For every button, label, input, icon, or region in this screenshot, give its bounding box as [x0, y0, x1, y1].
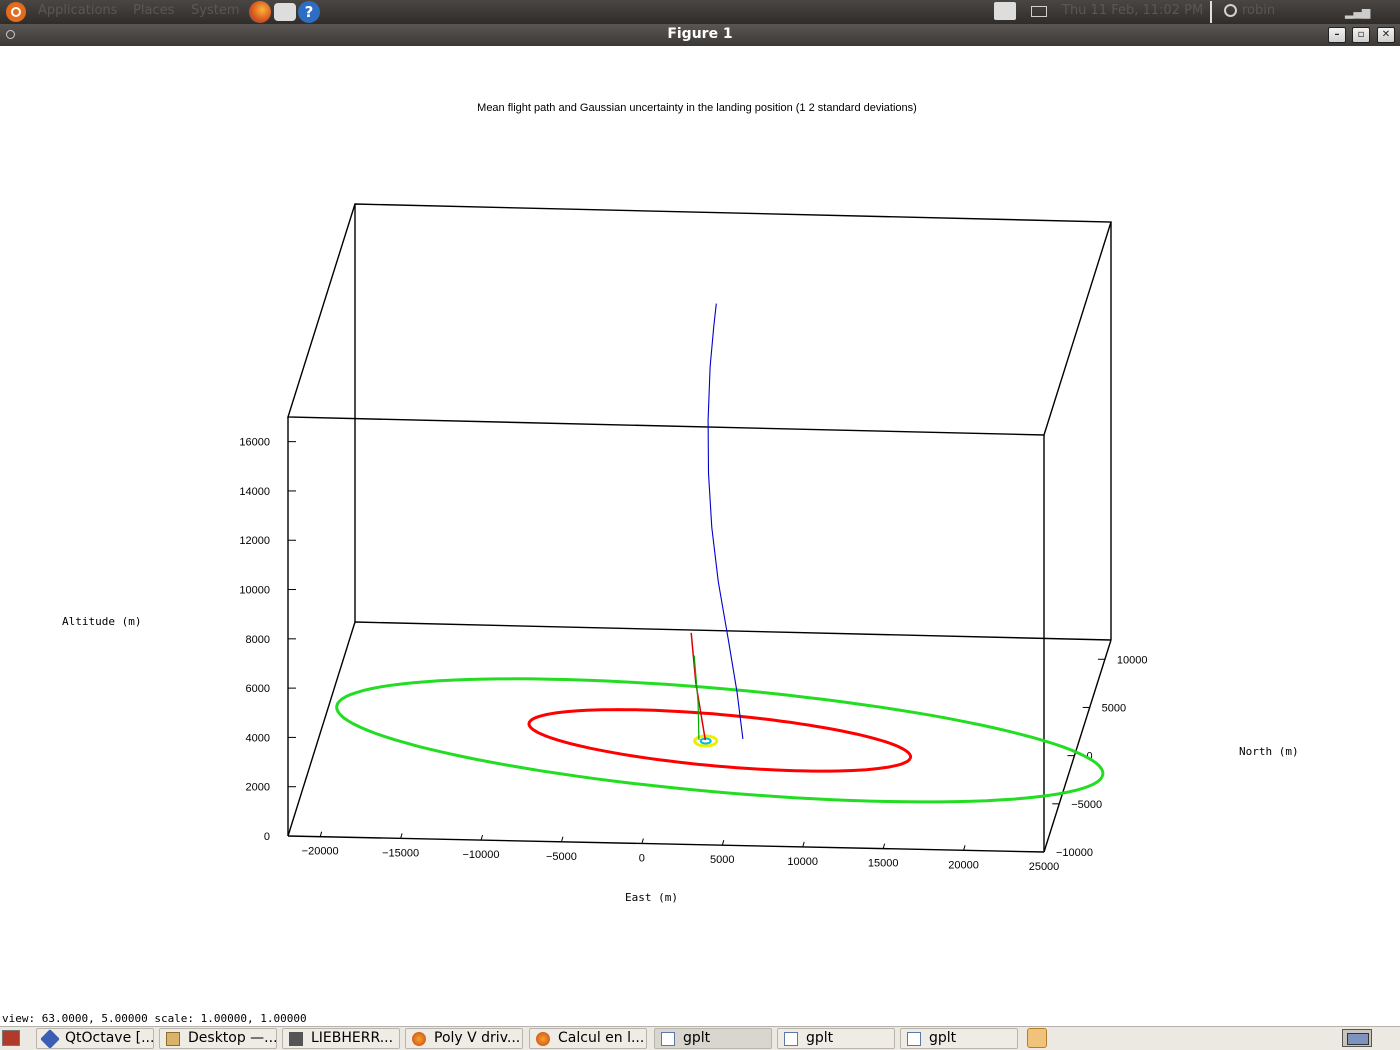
series-layer: [335, 303, 1105, 804]
task-label: LIEBHERR...: [311, 1030, 394, 1046]
maximize-button[interactable]: [1352, 27, 1370, 43]
task-label: Poly V driv...: [434, 1030, 521, 1046]
system-menu[interactable]: System: [191, 3, 239, 18]
window-icon: [784, 1032, 798, 1046]
plot-box: [287, 203, 1112, 853]
trash-icon[interactable]: [1027, 1028, 1047, 1048]
y-axis-label: North (m): [1239, 745, 1299, 758]
z-tick-label: 2000: [246, 782, 270, 794]
z-tick-label: 0: [264, 831, 270, 843]
task-gplt-2[interactable]: gplt: [777, 1028, 895, 1049]
power-icon[interactable]: [1224, 4, 1237, 17]
task-gplt-3[interactable]: gplt: [900, 1028, 1018, 1049]
x-axis-label: East (m): [625, 891, 678, 904]
z-axis-label: Altitude (m): [62, 615, 141, 628]
x-tick-mark: [480, 834, 484, 841]
x-tick-mark: [963, 845, 966, 851]
x-tick-mark: [721, 840, 725, 846]
task-label: Calcul en l...: [558, 1030, 645, 1046]
x-tick-mark: [560, 836, 564, 842]
help-icon[interactable]: ?: [298, 1, 320, 23]
ubuntu-logo-icon[interactable]: [6, 2, 26, 22]
task-desktop[interactable]: Desktop —...: [159, 1028, 277, 1049]
chart-title: Mean flight path and Gaussian uncertaint…: [477, 102, 917, 114]
show-desktop-button[interactable]: [2, 1030, 20, 1046]
task-gplt-1[interactable]: gplt: [654, 1028, 772, 1049]
firefox-icon: [536, 1032, 550, 1046]
task-qtoctave[interactable]: QtOctave [...: [36, 1028, 154, 1049]
applications-menu[interactable]: Applications: [38, 3, 117, 18]
places-menu[interactable]: Places: [133, 3, 174, 18]
x-tick-label: 20000: [948, 859, 979, 871]
panel-separator: [1210, 1, 1212, 23]
x-tick-label: 10000: [787, 856, 818, 868]
task-label: gplt: [929, 1030, 957, 1046]
x-tick-label: 15000: [868, 858, 899, 870]
view-status: view: 63.0000, 5.00000 scale: 1.00000, 1…: [2, 1012, 307, 1025]
z-tick-label: 10000: [239, 585, 270, 597]
octave-icon: [40, 1029, 60, 1048]
user-name[interactable]: robin: [1242, 3, 1275, 18]
box-top-face: [287, 203, 1112, 436]
z-tick-label: 4000: [246, 732, 270, 744]
firefox-icon[interactable]: [249, 1, 271, 23]
x-tick-mark: [641, 838, 644, 844]
task-liebherr[interactable]: LIEBHERR...: [282, 1028, 400, 1049]
task-poly-v[interactable]: Poly V driv...: [405, 1028, 523, 1049]
series-mean-flight-path: [707, 303, 744, 739]
clock[interactable]: Thu 11 Feb, 11:02 PM: [1062, 3, 1203, 18]
window-title: Figure 1: [667, 26, 733, 42]
y-tick-label: 5000: [1102, 702, 1126, 714]
y-axis-line: [1043, 639, 1112, 853]
x-tick-mark: [319, 831, 323, 837]
series-2sigma-ellipse: [335, 677, 1105, 804]
minimize-button[interactable]: [1328, 27, 1346, 43]
film-icon: [289, 1032, 303, 1046]
network-icon[interactable]: ▂▄▆: [1345, 6, 1370, 19]
z-tick-label: 8000: [246, 634, 270, 646]
top-panel: Applications Places System ? Thu 11 Feb,…: [0, 0, 1400, 24]
y-tick-label: 10000: [1117, 654, 1148, 666]
y-tick-label: −5000: [1071, 799, 1102, 811]
task-label: gplt: [806, 1030, 834, 1046]
series-green-trajectory: [693, 655, 700, 740]
x-tick-mark: [882, 843, 886, 849]
x-tick-label: 5000: [710, 854, 734, 866]
x-tick-label: −20000: [302, 846, 339, 858]
task-label: Desktop —...: [188, 1030, 277, 1046]
x-tick-label: −15000: [382, 847, 419, 859]
mail-icon[interactable]: [274, 3, 296, 21]
window-icon: [907, 1032, 921, 1046]
x-tick-mark: [400, 833, 403, 839]
folder-icon: [166, 1032, 180, 1046]
task-label: gplt: [683, 1030, 711, 1046]
x-tick-label: −10000: [463, 849, 500, 861]
envelope-icon[interactable]: [1031, 6, 1047, 17]
x-tick-mark: [802, 841, 805, 848]
z-tick-label: 14000: [239, 486, 270, 498]
z-tick-label: 6000: [246, 683, 270, 695]
task-label: QtOctave [...: [65, 1030, 154, 1046]
z-tick-label: 12000: [239, 535, 270, 547]
box-edge-back-bottom: [354, 621, 1112, 641]
x-tick-labels: −20000 −15000 −10000 −5000 0 5000 10000 15000 20…: [302, 831, 1060, 873]
y-tick-label: −10000: [1056, 847, 1093, 859]
z-tick-label: 16000: [239, 437, 270, 449]
plot-canvas[interactable]: Mean flight path and Gaussian uncertaint…: [0, 46, 1400, 1012]
window-titlebar[interactable]: Figure 1: [0, 24, 1400, 46]
printer-icon[interactable]: [994, 2, 1016, 20]
x-tick-label: −5000: [546, 851, 577, 863]
series-1sigma-ellipse: [527, 708, 913, 773]
x-tick-label: 0: [639, 852, 645, 864]
window-icon: [661, 1032, 675, 1046]
close-button[interactable]: [1377, 27, 1395, 43]
box-edge-left-bottom: [287, 621, 356, 837]
task-calcul[interactable]: Calcul en l...: [529, 1028, 647, 1049]
firefox-icon: [412, 1032, 426, 1046]
workspace-switcher[interactable]: [1342, 1029, 1372, 1047]
y-tick-labels: −10000−50000500010000: [1037, 654, 1148, 859]
x-tick-label: 25000: [1029, 861, 1060, 873]
taskbar: QtOctave [... Desktop —... LIEBHERR... P…: [0, 1026, 1400, 1050]
